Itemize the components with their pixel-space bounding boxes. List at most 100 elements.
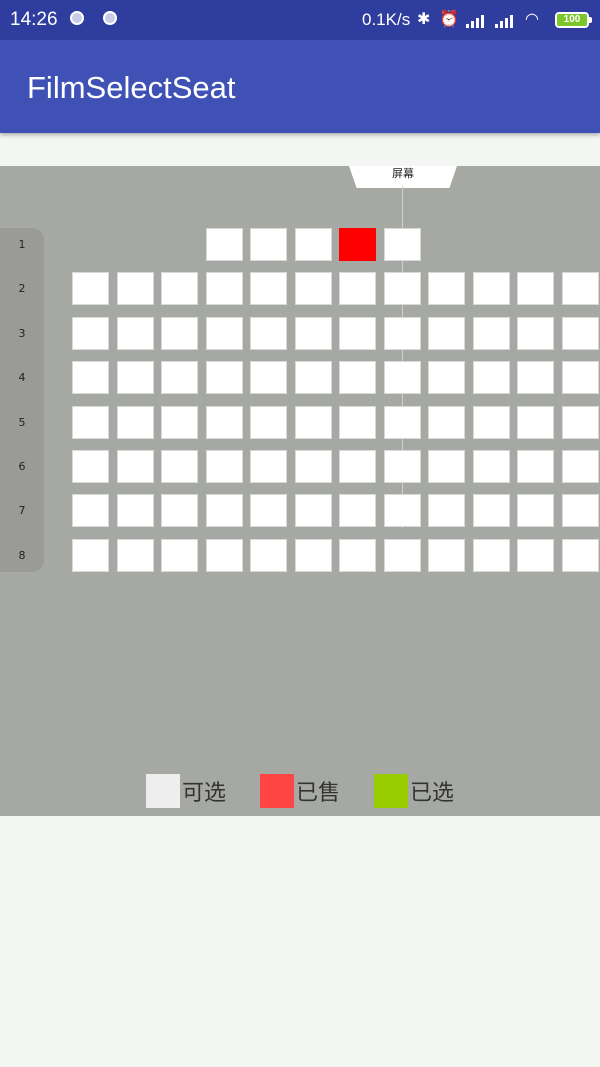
- seat-available[interactable]: [562, 361, 599, 394]
- seat-available[interactable]: [250, 361, 287, 394]
- seat-available[interactable]: [428, 361, 465, 394]
- seat-available[interactable]: [428, 450, 465, 483]
- seat-available[interactable]: [428, 317, 465, 350]
- seat-map[interactable]: 屏幕 1 2 3 4 5 6 7 8 可选 已售 已选: [0, 166, 600, 816]
- seat-available[interactable]: [117, 361, 154, 394]
- seat-available[interactable]: [428, 406, 465, 439]
- seat-available[interactable]: [339, 406, 376, 439]
- seat-available[interactable]: [384, 450, 421, 483]
- seat-available[interactable]: [384, 272, 421, 305]
- seat-available[interactable]: [473, 317, 510, 350]
- seat-available[interactable]: [562, 317, 599, 350]
- network-speed: 0.1K/s: [362, 10, 411, 29]
- seat-available[interactable]: [473, 450, 510, 483]
- seat-available[interactable]: [72, 406, 109, 439]
- legend-available: 可选: [146, 774, 226, 808]
- seat-available[interactable]: [250, 450, 287, 483]
- seat-available[interactable]: [117, 494, 154, 527]
- seat-available[interactable]: [428, 272, 465, 305]
- seat-available[interactable]: [117, 450, 154, 483]
- seat-available[interactable]: [384, 539, 421, 572]
- alarm-icon: ⏰: [439, 11, 459, 28]
- seat-available[interactable]: [161, 539, 198, 572]
- seat-available[interactable]: [562, 539, 599, 572]
- seat-available[interactable]: [250, 228, 287, 261]
- seat-available[interactable]: [517, 450, 554, 483]
- row-label: 6: [18, 460, 26, 473]
- seat-available[interactable]: [473, 494, 510, 527]
- seat-available[interactable]: [295, 272, 332, 305]
- seat-available[interactable]: [206, 272, 243, 305]
- seat-available[interactable]: [473, 539, 510, 572]
- seat-available[interactable]: [161, 494, 198, 527]
- seat-available[interactable]: [428, 494, 465, 527]
- seat-available[interactable]: [206, 539, 243, 572]
- seat-available[interactable]: [161, 272, 198, 305]
- seat-available[interactable]: [206, 317, 243, 350]
- seat-available[interactable]: [562, 450, 599, 483]
- seat-available[interactable]: [428, 539, 465, 572]
- seat-available[interactable]: [517, 539, 554, 572]
- seat-available[interactable]: [161, 317, 198, 350]
- seat-available[interactable]: [562, 494, 599, 527]
- seat-available[interactable]: [161, 406, 198, 439]
- seat-available[interactable]: [384, 406, 421, 439]
- status-time: 14:26: [10, 9, 58, 30]
- seat-available[interactable]: [72, 317, 109, 350]
- seat-sold: [339, 228, 376, 261]
- seat-available[interactable]: [473, 406, 510, 439]
- seat-available[interactable]: [117, 539, 154, 572]
- notification-icon: [70, 11, 84, 25]
- seat-available[interactable]: [384, 361, 421, 394]
- seat-available[interactable]: [72, 450, 109, 483]
- seat-available[interactable]: [295, 228, 332, 261]
- seat-available[interactable]: [339, 494, 376, 527]
- seat-available[interactable]: [517, 494, 554, 527]
- seat-available[interactable]: [250, 317, 287, 350]
- seat-available[interactable]: [295, 494, 332, 527]
- seat-available[interactable]: [473, 272, 510, 305]
- seat-available[interactable]: [72, 494, 109, 527]
- seat-available[interactable]: [295, 361, 332, 394]
- seat-available[interactable]: [206, 450, 243, 483]
- seat-available[interactable]: [384, 317, 421, 350]
- notification-icon: [103, 11, 117, 25]
- seat-available[interactable]: [517, 272, 554, 305]
- seat-available[interactable]: [250, 406, 287, 439]
- seat-available[interactable]: [339, 272, 376, 305]
- seat-available[interactable]: [295, 406, 332, 439]
- seat-available[interactable]: [117, 272, 154, 305]
- seat-available[interactable]: [339, 450, 376, 483]
- seat-available[interactable]: [384, 228, 421, 261]
- row-label: 1: [18, 238, 26, 251]
- app-title: FilmSelectSeat: [27, 70, 236, 105]
- seat-available[interactable]: [250, 272, 287, 305]
- seat-available[interactable]: [339, 539, 376, 572]
- seat-available[interactable]: [250, 494, 287, 527]
- seat-available[interactable]: [295, 317, 332, 350]
- seat-available[interactable]: [295, 450, 332, 483]
- seat-available[interactable]: [562, 406, 599, 439]
- seat-available[interactable]: [161, 450, 198, 483]
- seat-available[interactable]: [339, 317, 376, 350]
- seat-available[interactable]: [206, 494, 243, 527]
- seat-available[interactable]: [117, 317, 154, 350]
- seat-available[interactable]: [384, 494, 421, 527]
- seat-available[interactable]: [72, 361, 109, 394]
- seat-available[interactable]: [161, 361, 198, 394]
- seat-available[interactable]: [206, 406, 243, 439]
- seat-available[interactable]: [206, 228, 243, 261]
- seat-available[interactable]: [517, 406, 554, 439]
- seat-available[interactable]: [295, 539, 332, 572]
- seat-available[interactable]: [206, 361, 243, 394]
- seat-available[interactable]: [72, 539, 109, 572]
- seat-available[interactable]: [250, 539, 287, 572]
- seat-available[interactable]: [517, 317, 554, 350]
- seat-available[interactable]: [339, 361, 376, 394]
- seat-available[interactable]: [117, 406, 154, 439]
- seat-available[interactable]: [562, 272, 599, 305]
- seat-available[interactable]: [72, 272, 109, 305]
- seat-available[interactable]: [473, 361, 510, 394]
- status-bar: 14:26 0.1K/s ✱ ⏰ ◠ 100: [0, 0, 600, 40]
- seat-available[interactable]: [517, 361, 554, 394]
